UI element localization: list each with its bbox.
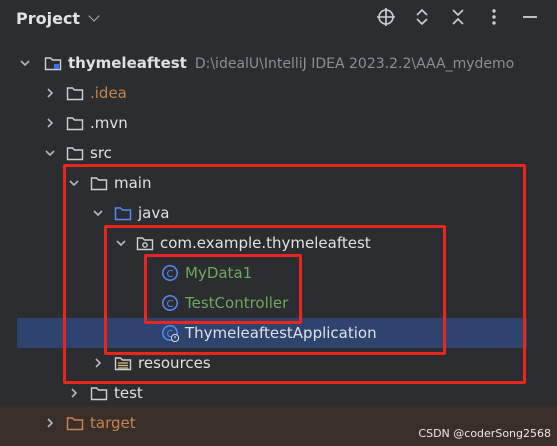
root-path: D:\idealU\IntelliJ IDEA 2023.2.2\AAA_myd… xyxy=(194,56,515,72)
collapse-all-icon[interactable] xyxy=(447,6,469,28)
tree-row-testcontroller[interactable]: C TestController xyxy=(0,288,557,318)
java-class-icon: C xyxy=(161,264,179,282)
project-view-selector[interactable]: Project xyxy=(16,8,100,28)
expand-all-icon[interactable] xyxy=(411,6,433,28)
svg-text:C: C xyxy=(167,299,174,310)
tree-row-application[interactable]: C ThymeleaftestApplication xyxy=(17,318,527,348)
tree-row-test[interactable]: test xyxy=(0,378,557,408)
folder-icon xyxy=(66,84,84,102)
chevron-right-icon[interactable] xyxy=(43,116,57,130)
folder-label: resources xyxy=(138,354,211,372)
chevron-down-icon[interactable] xyxy=(18,56,32,70)
folder-icon xyxy=(66,114,84,132)
class-label: MyData1 xyxy=(185,264,253,282)
watermark: CSDN @coderSong2568 xyxy=(418,427,551,440)
panel-title: Project xyxy=(16,8,81,28)
tree-row-src[interactable]: src xyxy=(0,138,557,168)
package-label: com.example.thymeleaftest xyxy=(160,234,371,252)
source-folder-icon xyxy=(114,204,132,222)
tree-row-mydata1[interactable]: C MyData1 xyxy=(0,258,557,288)
folder-icon xyxy=(90,384,108,402)
package-icon xyxy=(136,234,154,252)
module-folder-icon xyxy=(44,54,62,72)
more-icon[interactable] xyxy=(483,6,505,28)
folder-label: target xyxy=(90,414,136,432)
chevron-down-icon[interactable] xyxy=(91,206,105,220)
panel-toolbar xyxy=(375,6,541,28)
class-label: ThymeleaftestApplication xyxy=(185,324,377,342)
chevron-right-icon[interactable] xyxy=(91,356,105,370)
tree-row-root[interactable]: thymeleaftest D:\idealU\IntelliJ IDEA 202… xyxy=(0,48,557,78)
chevron-right-icon[interactable] xyxy=(67,386,81,400)
crosshair-icon[interactable] xyxy=(375,6,397,28)
java-class-icon: C xyxy=(161,294,179,312)
folder-label: .idea xyxy=(90,84,127,102)
folder-label: .mvn xyxy=(90,114,128,132)
root-name: thymeleaftest xyxy=(68,54,187,72)
tree-row-resources[interactable]: resources xyxy=(0,348,557,378)
folder-label: main xyxy=(114,174,152,192)
chevron-right-icon[interactable] xyxy=(43,86,57,100)
svg-text:C: C xyxy=(167,269,174,280)
spring-boot-class-icon: C xyxy=(161,324,179,342)
chevron-right-icon[interactable] xyxy=(43,416,57,430)
folder-label: java xyxy=(138,204,170,222)
minimize-icon[interactable] xyxy=(519,6,541,28)
panel-header: Project xyxy=(0,0,557,36)
folder-icon xyxy=(90,174,108,192)
folder-icon xyxy=(66,144,84,162)
tree-row-main[interactable]: main xyxy=(0,168,557,198)
tree-row-idea[interactable]: .idea xyxy=(0,78,557,108)
tree-row-java[interactable]: java xyxy=(0,198,557,228)
chevron-down-icon xyxy=(88,9,100,22)
class-label: TestController xyxy=(185,294,289,312)
folder-label: test xyxy=(114,384,143,402)
chevron-down-icon[interactable] xyxy=(43,146,57,160)
chevron-down-icon[interactable] xyxy=(67,176,81,190)
tree-row-package[interactable]: com.example.thymeleaftest xyxy=(0,228,557,258)
tree-row-mvn[interactable]: .mvn xyxy=(0,108,557,138)
chevron-down-icon[interactable] xyxy=(114,236,128,250)
resources-folder-icon xyxy=(114,354,132,372)
folder-label: src xyxy=(90,144,112,162)
excluded-folder-icon xyxy=(66,414,84,432)
